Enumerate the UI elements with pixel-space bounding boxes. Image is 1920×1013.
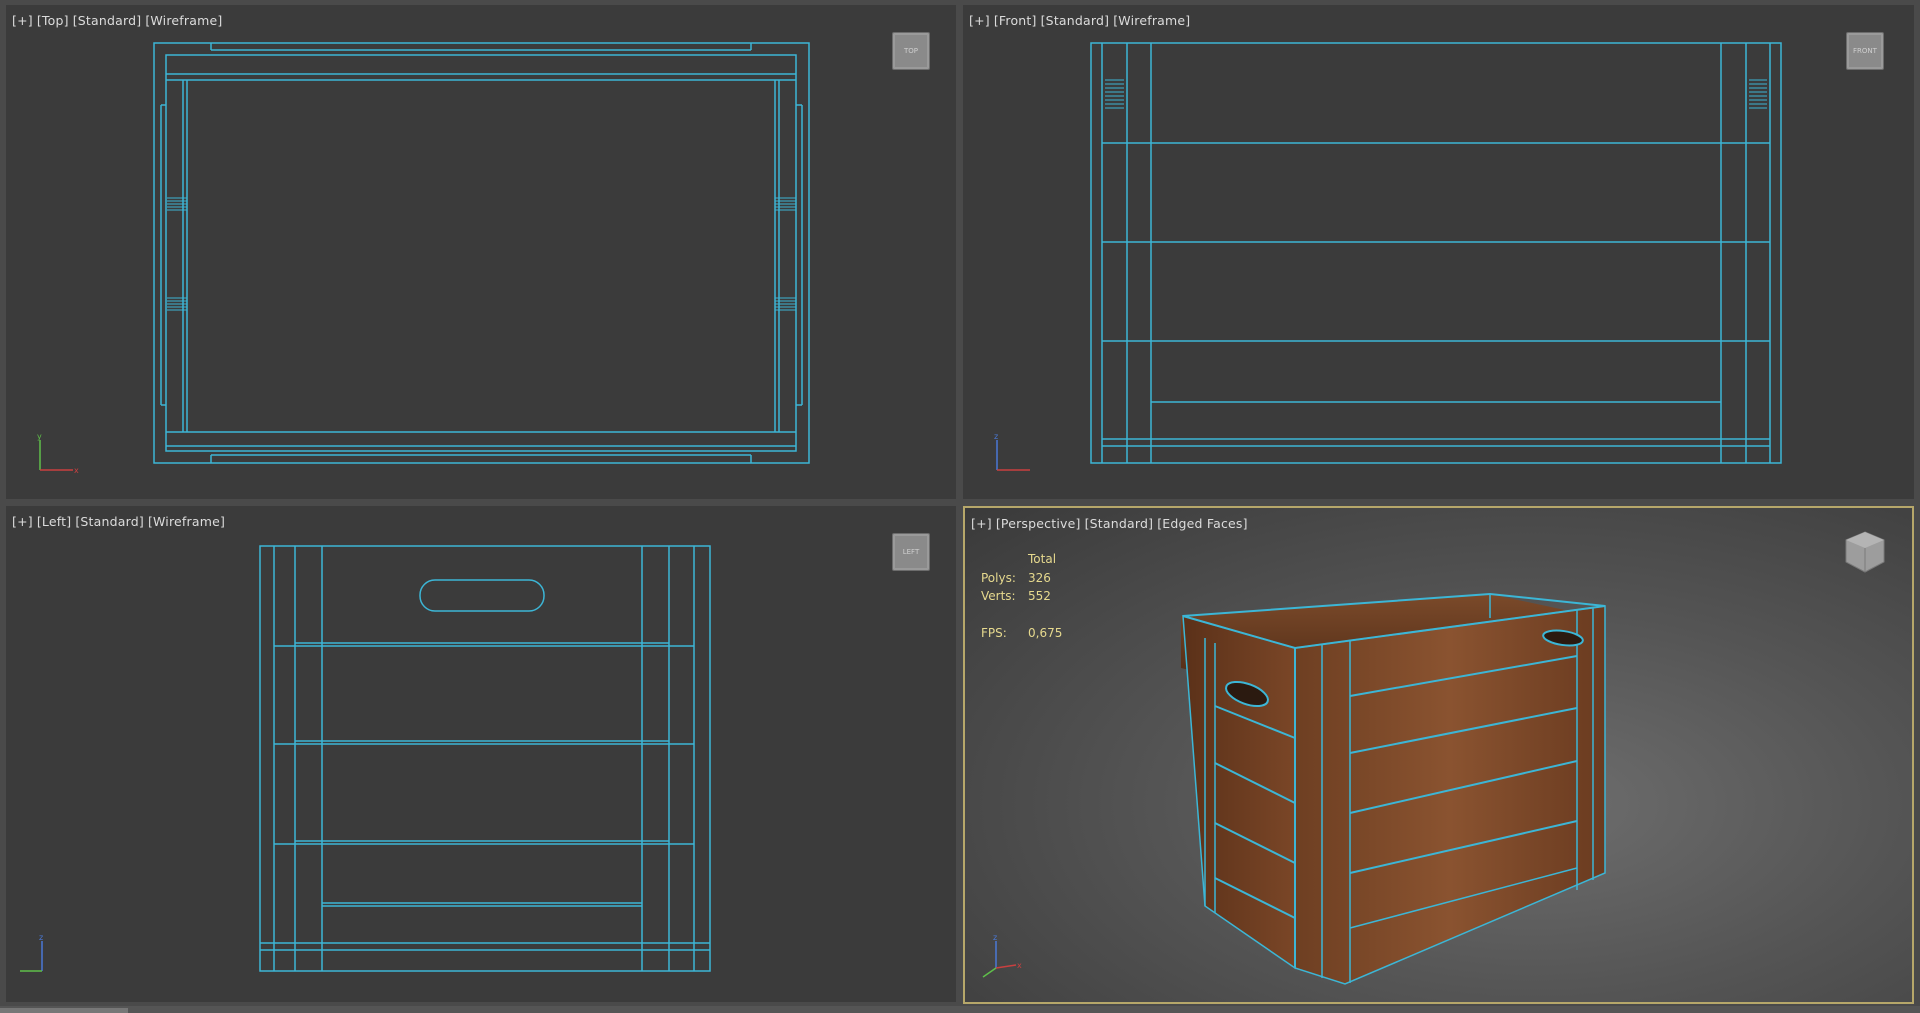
- svg-text:y: y: [37, 432, 42, 441]
- axis-tripod-icon: z: [20, 933, 43, 972]
- svg-text:z: z: [994, 432, 998, 441]
- axis-tripod-icon: z: [994, 432, 1030, 471]
- crate-perspective-model: [1181, 592, 1606, 985]
- svg-text:x: x: [74, 466, 79, 475]
- bottom-strip: [0, 1006, 1920, 1013]
- crate-wireframe-left: [259, 545, 711, 972]
- bottom-tab[interactable]: [0, 1008, 128, 1013]
- svg-text:x: x: [1017, 961, 1022, 970]
- axis-tripod-icon: z x: [982, 933, 1022, 978]
- viewport-left[interactable]: [+] [Left] [Standard] [Wireframe] LEFT z: [6, 506, 956, 1002]
- viewport-front[interactable]: [+] [Front] [Standard] [Wireframe] FRONT z: [963, 5, 1914, 499]
- crate-wireframe-top: [153, 42, 810, 464]
- svg-text:z: z: [993, 933, 997, 942]
- axis-tripod-icon: y x: [37, 432, 79, 475]
- viewport-perspective[interactable]: [+] [Perspective] [Standard] [Edged Faces] …: [963, 506, 1914, 1004]
- viewport-top[interactable]: [+] [Top] [Standard] [Wireframe] TOP y x: [6, 5, 956, 499]
- svg-text:z: z: [39, 933, 43, 942]
- crate-wireframe-front: [1090, 42, 1782, 464]
